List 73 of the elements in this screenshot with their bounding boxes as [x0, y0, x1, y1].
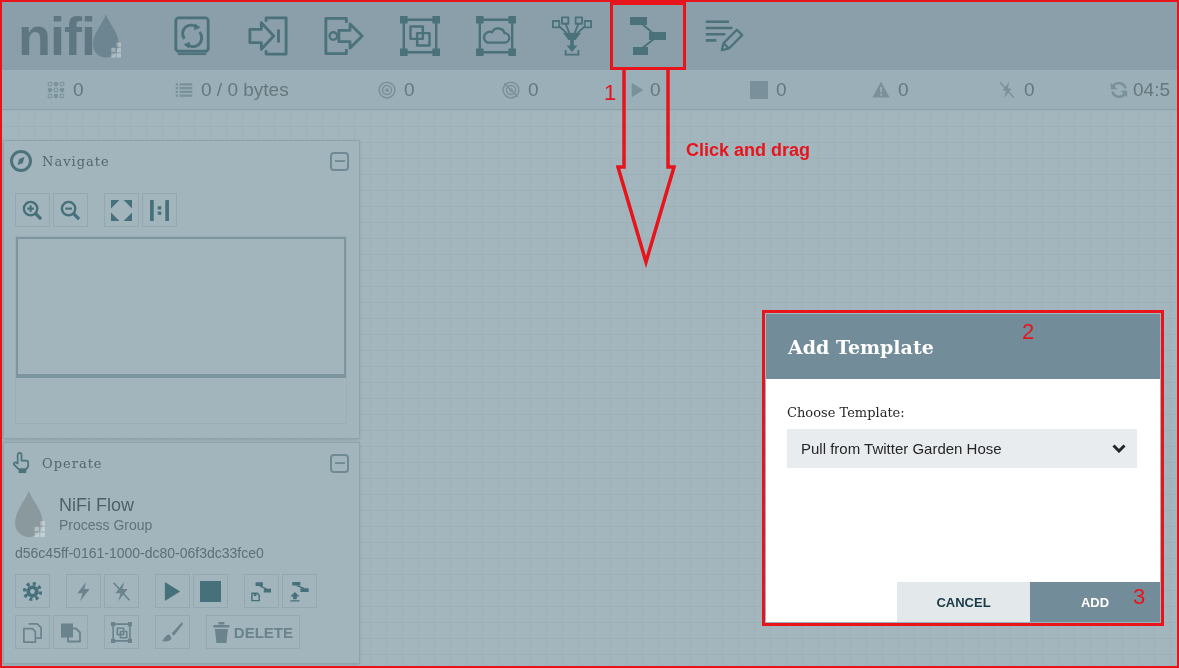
- step-number: 2: [1022, 319, 1035, 345]
- paste-icon: [60, 621, 81, 643]
- fit-button[interactable]: [104, 193, 139, 227]
- minus-icon: [334, 159, 345, 163]
- trash-icon: [213, 621, 230, 643]
- play-icon: [631, 80, 644, 99]
- collapse-button[interactable]: [330, 453, 349, 473]
- linked-blocks-icon: [628, 16, 668, 56]
- cloud-frame-icon: [476, 16, 516, 56]
- status-count: 0: [776, 78, 787, 101]
- gear-icon: [22, 580, 43, 602]
- status-count: 0 / 0 bytes: [201, 78, 289, 101]
- slashed-bolt-icon: [111, 580, 132, 602]
- list-icon: [175, 80, 193, 99]
- droplet-icon: [93, 14, 121, 58]
- stop-button[interactable]: [193, 574, 228, 608]
- viewport-frame[interactable]: [16, 237, 346, 378]
- panel-title: Navigate: [42, 153, 111, 169]
- collapse-button[interactable]: [330, 151, 349, 171]
- step-number: 1: [604, 80, 617, 106]
- component-name: NiFi Flow: [59, 494, 135, 516]
- status-count: 0: [73, 78, 84, 101]
- zoom-out-button[interactable]: [53, 193, 88, 227]
- nested-squares-icon: [111, 621, 132, 643]
- slashed-bolt-icon: [998, 80, 1016, 99]
- arrow-out-of-box-icon: [324, 16, 364, 56]
- bar-dots-bar-icon: [149, 199, 170, 221]
- zoom-in-button[interactable]: [15, 193, 50, 227]
- status-count: 0: [528, 78, 539, 101]
- dot-grid-icon: [47, 80, 65, 99]
- step-number: 3: [1133, 584, 1146, 610]
- chevron-down-icon: [1112, 444, 1126, 453]
- target-icon: [378, 80, 396, 99]
- droplet-icon: [15, 491, 45, 537]
- blocks-upload-icon: [289, 580, 310, 602]
- pointing-hand-icon: [10, 452, 32, 474]
- refresh-icon: [1110, 80, 1128, 99]
- annotation-text: Click and drag: [686, 139, 811, 161]
- cycle-square-icon: [172, 16, 212, 56]
- status-count: 04:5: [1133, 78, 1170, 101]
- status-count: 0: [1024, 78, 1035, 101]
- zoom-out-icon: [60, 199, 81, 221]
- component-type: Process Group: [59, 516, 153, 534]
- corner-triangles-icon: [111, 199, 132, 221]
- arrow-into-box-icon: [248, 16, 288, 56]
- template-select[interactable]: Pull from Twitter Garden Hose: [787, 429, 1137, 468]
- upload-template-button[interactable]: [282, 574, 317, 608]
- panel-title: Operate: [42, 455, 104, 471]
- create-template-button[interactable]: [244, 574, 279, 608]
- field-label: Choose Template:: [787, 404, 906, 422]
- warning-icon: [872, 80, 890, 99]
- brush-icon: [162, 621, 183, 643]
- status-count: 0: [898, 78, 909, 101]
- funnel-icon: [552, 16, 592, 56]
- blocks-floppy-icon: [251, 580, 272, 602]
- stop-icon: [200, 580, 221, 602]
- nested-squares-icon: [400, 16, 440, 56]
- actual-size-button[interactable]: [142, 193, 177, 227]
- play-icon: [162, 580, 183, 602]
- dialog-title: Add Template: [788, 335, 934, 358]
- component-id: d56c45ff-0161-1000-dc80-06f3dc33fce0: [15, 544, 265, 562]
- toolbar-button[interactable]: [610, 2, 686, 70]
- slashed-target-icon: [502, 80, 520, 99]
- compass-icon: [10, 150, 32, 172]
- start-button[interactable]: [155, 574, 190, 608]
- stop-icon: [750, 80, 768, 99]
- copy-icon: [22, 621, 43, 643]
- cancel-button[interactable]: CANCEL: [897, 582, 1030, 622]
- configure-button[interactable]: [15, 574, 50, 608]
- status-count: 0: [650, 78, 661, 101]
- status-count: 0: [404, 78, 415, 101]
- zoom-in-icon: [22, 199, 43, 221]
- minus-icon: [334, 461, 345, 465]
